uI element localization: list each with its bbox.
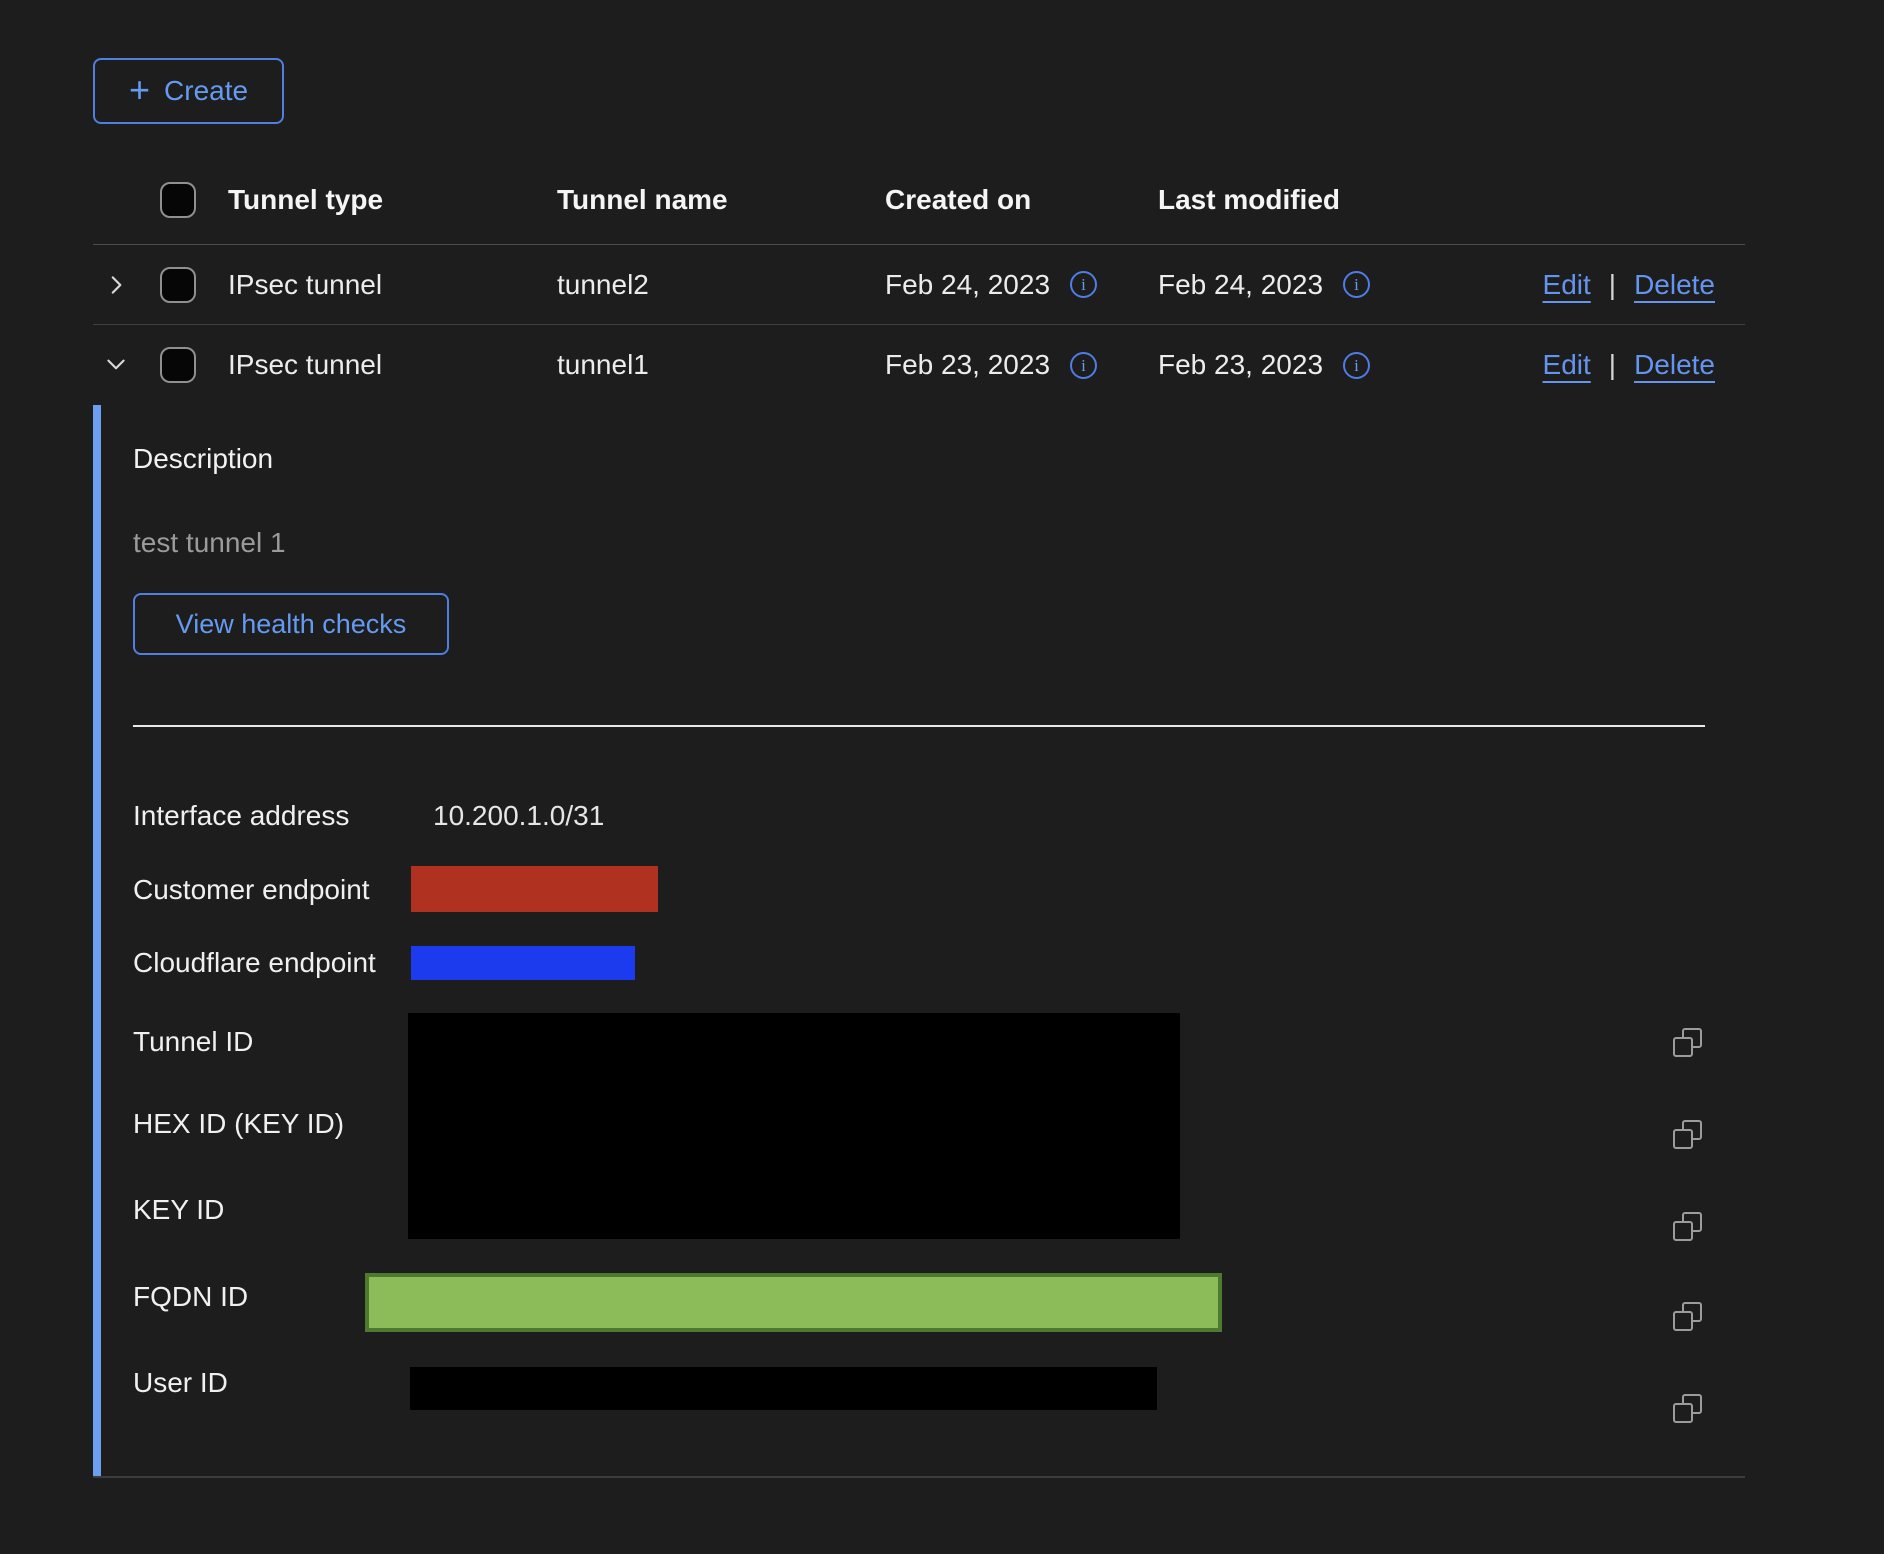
header-tunnel-type: Tunnel type <box>228 184 557 216</box>
table-row-tunnel2: IPsec tunnel tunnel2 Feb 24, 2023 i Feb … <box>93 245 1745 325</box>
customer-endpoint-redacted-value <box>411 866 658 912</box>
table-row-tunnel1: IPsec tunnel tunnel1 Feb 23, 2023 i Feb … <box>93 325 1745 405</box>
customer-endpoint-label: Customer endpoint <box>133 873 370 907</box>
description-label: Description <box>133 443 273 475</box>
copy-icon-user-id[interactable] <box>1673 1394 1704 1425</box>
ids-redacted-value <box>408 1013 1180 1239</box>
tunnel-id-label: Tunnel ID <box>133 1025 253 1059</box>
delete-link-tunnel2[interactable]: Delete <box>1634 269 1715 301</box>
interface-address-value: 10.200.1.0/31 <box>433 799 604 833</box>
copy-icon-key-id[interactable] <box>1673 1212 1704 1243</box>
edit-link-tunnel1[interactable]: Edit <box>1543 349 1591 381</box>
user-id-label: User ID <box>133 1366 228 1400</box>
action-separator: | <box>1609 269 1616 301</box>
info-icon[interactable]: i <box>1070 271 1097 298</box>
info-icon[interactable]: i <box>1343 352 1370 379</box>
user-id-redacted-value <box>410 1367 1157 1410</box>
cloudflare-endpoint-label: Cloudflare endpoint <box>133 946 376 980</box>
cell-last-modified: Feb 23, 2023 <box>1158 349 1323 381</box>
table-header-row: Tunnel type Tunnel name Created on Last … <box>93 155 1745 245</box>
key-id-label: KEY ID <box>133 1193 224 1227</box>
hex-id-label: HEX ID (KEY ID) <box>133 1107 344 1141</box>
create-button-label: Create <box>164 75 248 107</box>
tunnel-table: Tunnel type Tunnel name Created on Last … <box>93 155 1745 405</box>
copy-icon-fqdn-id[interactable] <box>1673 1302 1704 1333</box>
cell-created-on: Feb 23, 2023 <box>885 349 1050 381</box>
select-all-checkbox[interactable] <box>160 182 196 218</box>
header-created-on: Created on <box>885 184 1158 216</box>
fqdn-id-label: FQDN ID <box>133 1280 248 1314</box>
cloudflare-endpoint-redacted-value <box>411 946 635 980</box>
fqdn-id-redacted-value <box>365 1273 1222 1332</box>
chevron-right-icon[interactable] <box>103 272 129 298</box>
cell-last-modified: Feb 24, 2023 <box>1158 269 1323 301</box>
create-button[interactable]: + Create <box>93 58 284 124</box>
edit-link-tunnel2[interactable]: Edit <box>1543 269 1591 301</box>
panel-bottom-divider <box>93 1476 1745 1478</box>
description-value: test tunnel 1 <box>133 527 286 559</box>
expanded-row-accent-bar <box>93 405 101 1478</box>
cell-tunnel-name: tunnel2 <box>557 269 885 301</box>
row-checkbox-tunnel1[interactable] <box>160 347 196 383</box>
chevron-down-icon[interactable] <box>103 352 129 378</box>
view-health-checks-button[interactable]: View health checks <box>133 593 449 655</box>
tunnel-detail-panel: Description test tunnel 1 View health ch… <box>93 405 1745 1478</box>
cell-tunnel-type: IPsec tunnel <box>228 349 557 381</box>
copy-icon-hex-id[interactable] <box>1673 1120 1704 1151</box>
header-tunnel-name: Tunnel name <box>557 184 885 216</box>
cell-created-on: Feb 24, 2023 <box>885 269 1050 301</box>
info-icon[interactable]: i <box>1070 352 1097 379</box>
delete-link-tunnel1[interactable]: Delete <box>1634 349 1715 381</box>
plus-icon: + <box>129 72 150 108</box>
row-checkbox-tunnel2[interactable] <box>160 267 196 303</box>
info-icon[interactable]: i <box>1343 271 1370 298</box>
copy-icon-tunnel-id[interactable] <box>1673 1028 1704 1059</box>
interface-address-label: Interface address <box>133 799 349 833</box>
action-separator: | <box>1609 349 1616 381</box>
header-last-modified: Last modified <box>1158 184 1518 216</box>
section-divider <box>133 725 1705 727</box>
cell-tunnel-name: tunnel1 <box>557 349 885 381</box>
cell-tunnel-type: IPsec tunnel <box>228 269 557 301</box>
